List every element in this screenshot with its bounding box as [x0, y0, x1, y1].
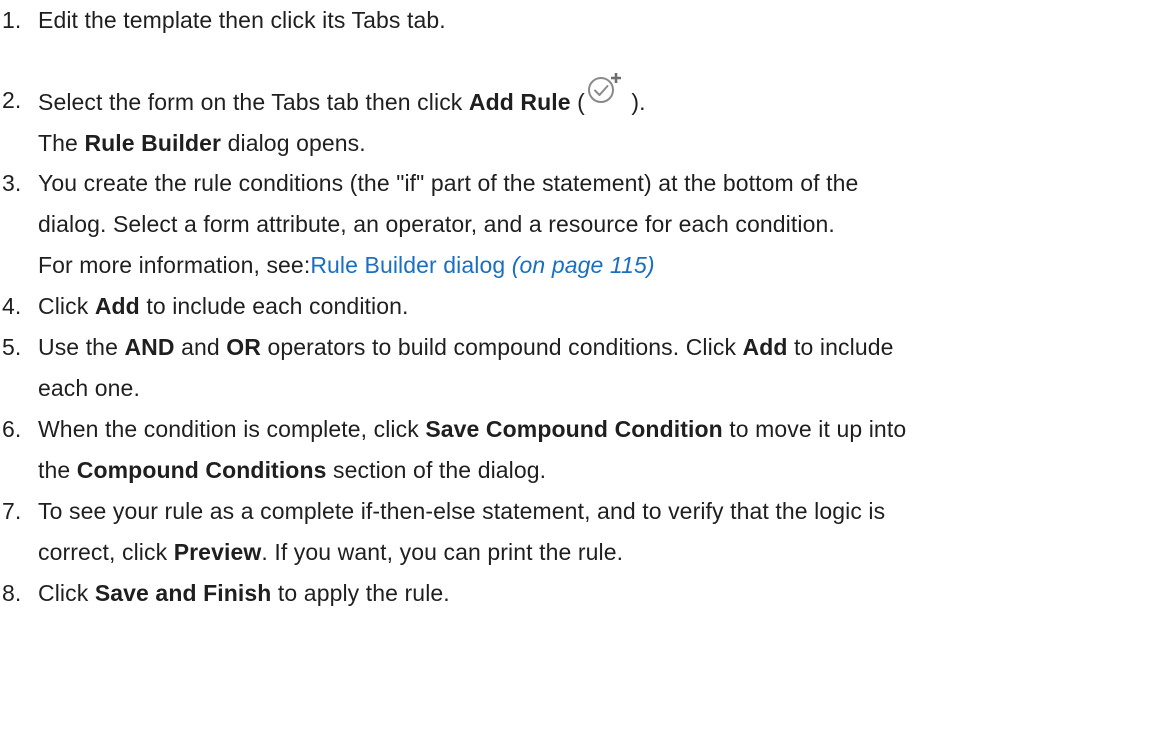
- step-line: correct, click Preview. If you want, you…: [38, 532, 1167, 573]
- step-text: When the condition is complete, click: [38, 416, 426, 442]
- step-number: 5.: [2, 334, 22, 360]
- step-text: dialog opens.: [221, 130, 366, 156]
- step-number: 4.: [2, 293, 22, 319]
- step-line: Use the AND and OR operators to build co…: [38, 327, 1167, 368]
- ui-term: Add: [94, 293, 140, 319]
- step-number: 7.: [2, 498, 22, 524]
- step-text: the: [38, 457, 77, 483]
- step-text: to include: [787, 334, 894, 360]
- page-reference[interactable]: (on page 115): [512, 252, 655, 278]
- step-line: You create the rule conditions (the "if"…: [38, 170, 859, 196]
- step-line: each one.: [38, 375, 140, 401]
- ui-term: Add: [742, 334, 788, 360]
- step-text: The: [38, 130, 85, 156]
- step-text: Click: [38, 580, 95, 606]
- step-text: For more information, see:: [38, 252, 311, 278]
- step-4: 4. Click Add to include each condition.: [0, 286, 1167, 327]
- step-text: . If you want, you can print the rule.: [261, 539, 624, 565]
- step-text: to apply the rule.: [271, 580, 450, 606]
- ui-term: Preview: [173, 539, 262, 565]
- ui-term: AND: [124, 334, 175, 360]
- step-line: Click Save and Finish to apply the rule.: [38, 573, 1167, 614]
- step-6: 6. When the condition is complete, click…: [0, 409, 1167, 491]
- step-number: 3.: [2, 170, 22, 196]
- step-line: The Rule Builder dialog opens.: [38, 123, 1167, 164]
- step-line: dialog. Select a form attribute, an oper…: [38, 211, 835, 237]
- step-text: ).: [624, 89, 646, 115]
- step-5: 5. Use the AND and OR operators to build…: [0, 327, 1167, 409]
- ui-term: Add Rule: [468, 89, 571, 115]
- step-number: 8.: [2, 580, 22, 606]
- step-text: (: [570, 89, 585, 115]
- ui-term: Save Compound Condition: [425, 416, 723, 442]
- step-3: 3. You create the rule conditions (the "…: [0, 163, 1167, 286]
- step-text: Edit the template then click its Tabs ta…: [38, 7, 446, 33]
- step-line: For more information, see:Rule Builder d…: [38, 245, 1167, 286]
- step-line: Click Add to include each condition.: [38, 286, 1167, 327]
- step-line: When the condition is complete, click Sa…: [38, 409, 1167, 450]
- step-number: 2.: [2, 87, 22, 113]
- step-number: 1.: [2, 7, 22, 33]
- step-text: correct, click: [38, 539, 174, 565]
- step-number: 6.: [2, 416, 22, 442]
- ui-term: OR: [226, 334, 261, 360]
- step-text: and: [174, 334, 227, 360]
- step-7: 7. To see your rule as a complete if-the…: [0, 491, 1167, 573]
- ui-term: Rule Builder: [84, 130, 222, 156]
- add-rule-icon: [586, 73, 624, 114]
- step-line: Select the form on the Tabs tab then cli…: [38, 73, 1167, 123]
- step-2: 2. Select the form on the Tabs tab then …: [0, 73, 1167, 164]
- step-text: to include each condition.: [139, 293, 409, 319]
- step-8: 8. Click Save and Finish to apply the ru…: [0, 573, 1167, 614]
- ui-term: Compound Conditions: [76, 457, 327, 483]
- step-text: Use the: [38, 334, 125, 360]
- step-text: Click: [38, 293, 95, 319]
- step-text: operators to build compound conditions. …: [260, 334, 743, 360]
- step-text: to move it up into: [722, 416, 907, 442]
- step-line: To see your rule as a complete if-then-e…: [38, 498, 886, 524]
- step-text: Select the form on the Tabs tab then cli…: [38, 89, 469, 115]
- rule-builder-dialog-link[interactable]: Rule Builder dialog: [310, 252, 505, 278]
- step-text: section of the dialog.: [326, 457, 547, 483]
- ui-term: Save and Finish: [94, 580, 272, 606]
- step-line: the Compound Conditions section of the d…: [38, 450, 1167, 491]
- step-1: 1. Edit the template then click its Tabs…: [0, 0, 1167, 41]
